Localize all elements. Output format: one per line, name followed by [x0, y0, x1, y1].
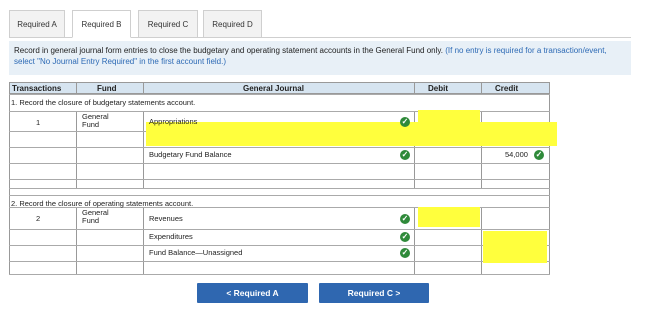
tab-required-b[interactable]: Required B — [72, 10, 131, 38]
transaction-number: 2 — [36, 214, 41, 223]
prev-required-a-button[interactable]: < Required A — [197, 283, 308, 303]
fund-cell: General Fund — [82, 112, 109, 129]
tab-required-c[interactable]: Required C — [138, 10, 198, 37]
header-transactions: Transactions — [12, 84, 62, 93]
header-general-journal: General Journal — [243, 84, 304, 93]
highlight-credit-2 — [483, 231, 547, 263]
tab-required-a[interactable]: Required A — [9, 10, 65, 37]
header-credit: Credit — [495, 84, 519, 93]
check-circle-icon: ✓ — [400, 248, 410, 258]
account-field[interactable]: Budgetary Fund Balance — [149, 151, 232, 159]
tab-required-d[interactable]: Required D — [203, 10, 262, 37]
check-circle-icon: ✓ — [400, 117, 410, 127]
check-circle-icon: ✓ — [400, 150, 410, 160]
next-required-c-button[interactable]: Required C > — [319, 283, 429, 303]
transaction-number: 1 — [36, 118, 41, 127]
header-fund: Fund — [97, 84, 117, 93]
account-field[interactable]: Revenues — [149, 215, 183, 223]
instruction-box: Record in general journal form entries t… — [9, 41, 631, 75]
tab-bar: Required A Required B Required C Require… — [9, 10, 631, 38]
section-1-title: 1. Record the closure of budgetary state… — [11, 98, 196, 107]
section-2-title: 2. Record the closure of operating state… — [11, 199, 194, 208]
account-field[interactable]: Fund Balance—Unassigned — [149, 249, 242, 257]
account-field[interactable]: Expenditures — [149, 233, 193, 241]
fund-cell: General Fund — [82, 208, 109, 225]
credit-field[interactable]: 54,000 — [505, 151, 528, 159]
check-circle-icon: ✓ — [534, 150, 544, 160]
header-debit: Debit — [428, 84, 448, 93]
check-circle-icon: ✓ — [400, 232, 410, 242]
journal-table-header: Transactions Fund General Journal Debit … — [9, 82, 550, 94]
highlight-debit-2 — [418, 207, 480, 227]
check-circle-icon: ✓ — [400, 214, 410, 224]
highlight-debit-1 — [418, 110, 480, 130]
account-field[interactable]: Appropriations — [149, 118, 197, 126]
instruction-text: Record in general journal form entries t… — [14, 46, 443, 55]
highlight-row-1 — [146, 122, 557, 146]
